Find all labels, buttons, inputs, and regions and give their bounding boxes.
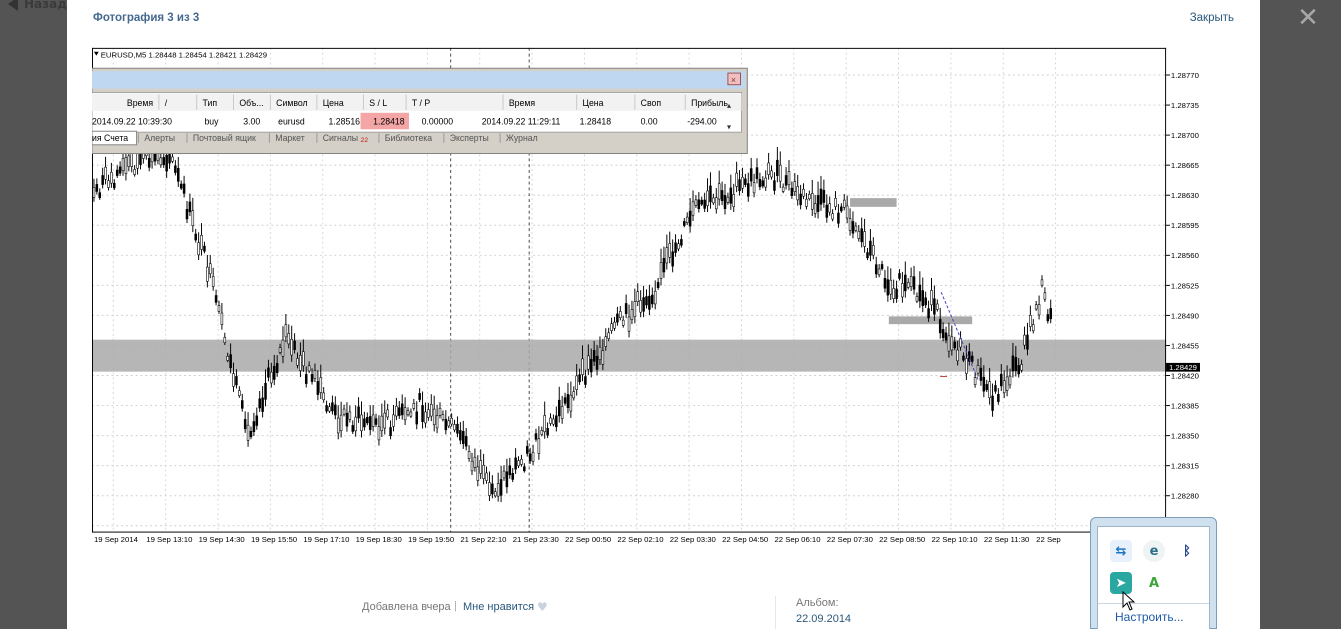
time-tick: 22 Sep 08:50	[879, 535, 925, 544]
price-tick: 1.28735	[1171, 101, 1199, 110]
album-link[interactable]: 22.09.2014	[796, 613, 851, 625]
back-arrow-icon	[8, 0, 18, 11]
mouse-cursor-icon	[1122, 591, 1136, 611]
current-price: 1.28429	[1169, 363, 1197, 372]
time-tick: 21 Sep 22:10	[460, 535, 506, 544]
price-tick: 1.28455	[1171, 341, 1199, 350]
zone-marker	[888, 316, 973, 325]
table-cell: eurusd	[278, 116, 305, 126]
photo-viewer: Фотография 3 из 3 Закрыть EURUSD,M5 1.28…	[67, 0, 1260, 629]
back-link[interactable]: Назад	[8, 0, 67, 12]
time-tick: 22 Sep 03:30	[670, 535, 716, 544]
time-tick: 19 Sep 15:50	[251, 535, 297, 544]
table-header: Своп	[641, 98, 662, 108]
price-tick: 1.28280	[1171, 492, 1199, 501]
price-tick: 1.28525	[1171, 281, 1199, 290]
symbol-line: EURUSD,M5 1.28448 1.28454 1.28421 1.2842…	[101, 51, 267, 60]
heart-icon[interactable]: ♥	[537, 600, 548, 614]
time-tick: 22 Sep 02:10	[617, 535, 663, 544]
svg-text:×: ×	[731, 75, 736, 85]
svg-text:▴: ▴	[727, 101, 731, 110]
table-header: Цена	[583, 98, 604, 108]
price-tick: 1.28560	[1171, 251, 1199, 260]
time-tick: 22 Sep 07:30	[827, 535, 873, 544]
price-tick: 1.28350	[1171, 432, 1199, 441]
like-link[interactable]: Мне нравится	[463, 601, 534, 613]
time-tick: 21 Sep 23:30	[513, 535, 559, 544]
price-tick: 1.28420	[1171, 371, 1199, 380]
terminal-tab: Маркет	[275, 133, 305, 143]
table-header: Время	[127, 98, 154, 108]
table-header: Время	[509, 98, 536, 108]
table-header: T / P	[412, 98, 430, 108]
table-cell: 1.28516	[329, 116, 361, 126]
teamviewer-icon[interactable]: ⇆	[1110, 540, 1132, 562]
price-tick: 1.28665	[1171, 161, 1199, 170]
tray-overflow-popup: ⇆ e ᛒ ➤ A Настроить...	[1090, 517, 1217, 629]
terminal-tab: Сигналы	[323, 133, 358, 143]
time-tick: 19 Sep 2014	[94, 535, 139, 544]
time-tick: 19 Sep 13:10	[146, 535, 192, 544]
back-label: Назад	[24, 0, 67, 11]
price-tick: 1.28595	[1171, 221, 1199, 230]
trading-terminal-screenshot: EURUSD,M5 1.28448 1.28454 1.28421 1.2842…	[92, 47, 1200, 547]
time-tick: 22 Sep 11:30	[984, 535, 1030, 544]
table-cell: 0.00	[641, 116, 658, 126]
table-cell: 2014.09.22 11:29:11	[482, 116, 561, 126]
time-tick: 22 Sep 06:10	[774, 535, 820, 544]
price-tick: 1.28700	[1171, 131, 1199, 140]
table-cell: 0.00000	[422, 116, 454, 126]
price-tick: 1.28490	[1171, 311, 1199, 320]
viewer-close-link[interactable]: Закрыть	[1190, 12, 1234, 24]
table-cell: 1.28418	[580, 116, 612, 126]
price-tick: 1.28315	[1171, 462, 1199, 471]
footer-divider	[775, 596, 776, 629]
svg-text:▾: ▾	[727, 122, 731, 131]
time-tick: 22 Sep 00:50	[565, 535, 611, 544]
close-icon[interactable]: ✕	[1296, 5, 1320, 31]
price-tick: 1.28770	[1171, 71, 1199, 80]
photo-image[interactable]: EURUSD,M5 1.28448 1.28454 1.28421 1.2842…	[92, 40, 1235, 554]
time-tick: 19 Sep 14:30	[199, 535, 245, 544]
table-header: S / L	[369, 98, 387, 108]
table-header: Тип	[203, 98, 218, 108]
viewer-title: Фотография 3 из 3	[93, 12, 200, 24]
table-header: Прибыль	[691, 98, 728, 108]
price-tick: 1.28385	[1171, 401, 1199, 410]
time-tick: 22 Sep	[1036, 535, 1061, 544]
time-tick: 19 Sep 17:10	[303, 535, 349, 544]
time-tick: 19 Sep 19:50	[408, 535, 454, 544]
table-cell: 2014.09.22 10:39:30	[92, 116, 172, 126]
time-tick: 19 Sep 18:30	[356, 535, 402, 544]
support-zone	[92, 339, 1167, 372]
table-cell: -294.00	[687, 116, 717, 126]
separator: |	[454, 600, 457, 612]
table-cell: 1.28418	[373, 116, 405, 126]
table-cell: buy	[204, 116, 219, 126]
tray-divider	[1098, 603, 1209, 604]
price-tick: 1.28630	[1171, 191, 1199, 200]
terminal-tab: ия Счета	[92, 133, 128, 143]
terminal-panel: × Время / Тип Объ... Символ Цена S / LT / P Вре…	[92, 67, 748, 155]
resistance-marker	[850, 198, 897, 207]
bluetooth-icon[interactable]: ᛒ	[1176, 540, 1198, 562]
album-label: Альбом:	[796, 597, 839, 609]
terminal-tab: Алерты	[144, 133, 175, 143]
customize-link[interactable]: Настроить...	[1115, 610, 1184, 624]
terminal-tab: Журнал	[506, 133, 538, 143]
signals-badge: 22	[361, 137, 369, 144]
table-header: Объ...	[239, 98, 263, 108]
e-icon[interactable]: e	[1143, 540, 1165, 562]
table-cell: 3.00	[243, 116, 260, 126]
a-icon[interactable]: A	[1143, 572, 1165, 594]
table-header: Символ	[276, 98, 307, 108]
time-tick: 22 Sep 04:50	[722, 535, 768, 544]
terminal-tab: Библиотека	[385, 133, 433, 143]
terminal-tab: Эксперты	[450, 133, 489, 143]
terminal-tab: Почтовый ящик	[193, 133, 256, 143]
added-info: Добавлена вчера	[362, 601, 451, 613]
time-tick: 22 Sep 10:10	[931, 535, 977, 544]
table-header: Цена	[323, 98, 344, 108]
